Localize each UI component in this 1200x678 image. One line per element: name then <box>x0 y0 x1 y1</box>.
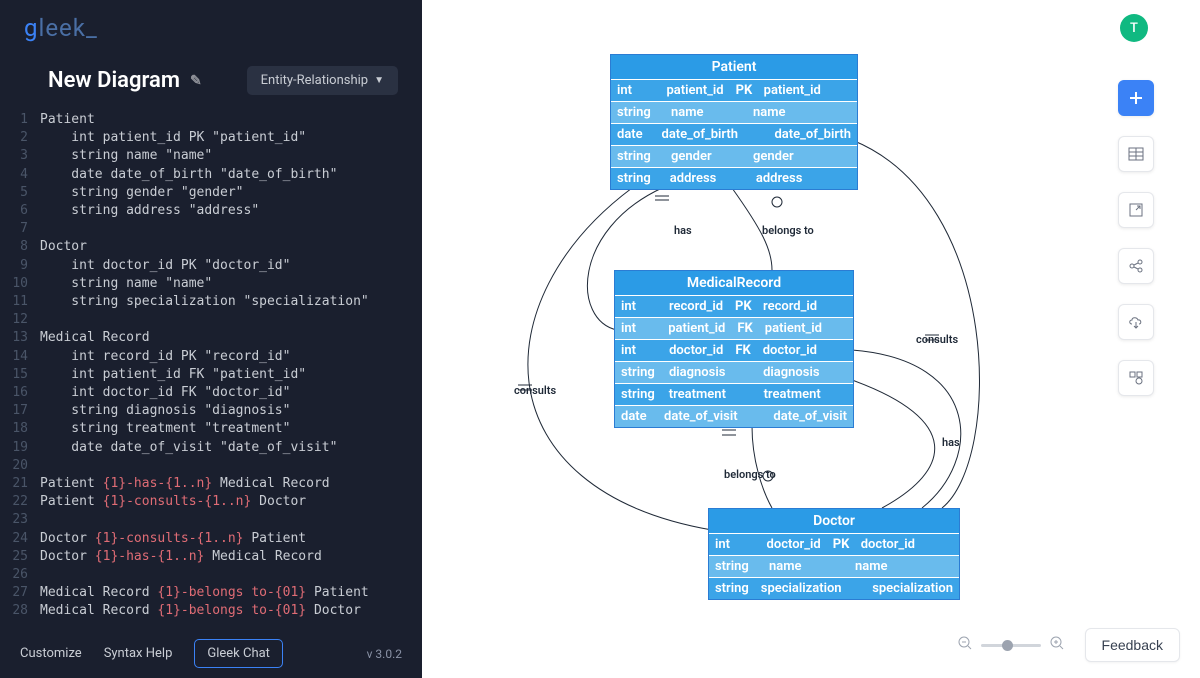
rel-label-consults: consults <box>514 384 556 397</box>
code-editor[interactable]: 1Patient2 int patient_id PK "patient_id"… <box>0 105 422 629</box>
code-line[interactable]: 21Patient {1}-has-{1..n} Medical Record <box>0 475 422 493</box>
rel-label-belongs-to: belongs to <box>762 224 814 237</box>
code-line[interactable]: 16 int doctor_id FK "doctor_id" <box>0 384 422 402</box>
editor-panel: gleek_ New Diagram ✎ Entity-Relationship… <box>0 0 422 678</box>
diagram-canvas[interactable]: T Patient <box>422 0 1200 678</box>
logo-row: gleek_ <box>0 0 422 48</box>
code-line[interactable]: 19 date date_of_visit "date_of_visit" <box>0 439 422 457</box>
entity-row: stringtreatmenttreatment <box>615 383 853 405</box>
code-line[interactable]: 14 int record_id PK "record_id" <box>0 348 422 366</box>
code-line[interactable]: 23 <box>0 511 422 529</box>
entity-doctor[interactable]: Doctor intdoctor_idPKdoctor_idstringname… <box>708 508 960 600</box>
entity-row: stringnamename <box>611 101 857 123</box>
entity-row: datedate_of_birthdate_of_birth <box>611 123 857 145</box>
zoom-control[interactable] <box>957 635 1065 655</box>
rel-label-has: has <box>674 224 692 237</box>
code-line[interactable]: 25Doctor {1}-has-{1..n} Medical Record <box>0 548 422 566</box>
code-line[interactable]: 2 int patient_id PK "patient_id" <box>0 129 422 147</box>
share-icon <box>1128 258 1144 274</box>
gleek-chat-button[interactable]: Gleek Chat <box>194 639 283 668</box>
table-view-button[interactable] <box>1118 136 1154 172</box>
entity-row: stringdiagnosisdiagnosis <box>615 361 853 383</box>
table-icon <box>1128 146 1144 162</box>
entity-medicalrecord[interactable]: MedicalRecord intrecord_idPKrecord_idint… <box>614 270 854 428</box>
user-avatar[interactable]: T <box>1120 14 1148 42</box>
code-line[interactable]: 26 <box>0 566 422 584</box>
diagram-type-select[interactable]: Entity-Relationship ▼ <box>247 66 398 95</box>
code-line[interactable]: 24Doctor {1}-consults-{1..n} Patient <box>0 530 422 548</box>
code-line[interactable]: 28Medical Record {1}-belongs to-{01} Doc… <box>0 602 422 620</box>
rel-label-has: has <box>942 436 960 449</box>
code-line[interactable]: 1Patient <box>0 111 422 129</box>
title-row: New Diagram ✎ Entity-Relationship ▼ <box>0 48 422 105</box>
entity-title: Patient <box>611 55 857 79</box>
zoom-slider[interactable] <box>981 644 1041 647</box>
entity-row: intdoctor_idFKdoctor_id <box>615 339 853 361</box>
cloud-download-button[interactable] <box>1118 304 1154 340</box>
syntax-help-link[interactable]: Syntax Help <box>104 646 173 661</box>
code-line[interactable]: 20 <box>0 457 422 475</box>
code-line[interactable]: 11 string specialization "specialization… <box>0 293 422 311</box>
bottom-controls: Feedback <box>957 628 1180 662</box>
entity-row: stringspecializationspecialization <box>709 577 959 599</box>
entity-title: MedicalRecord <box>615 271 853 295</box>
diagram-title-text: New Diagram <box>48 68 180 93</box>
zoom-in-icon[interactable] <box>1049 635 1065 655</box>
entity-row: intrecord_idPKrecord_id <box>615 295 853 317</box>
code-line[interactable]: 4 date date_of_birth "date_of_birth" <box>0 166 422 184</box>
diagram-title[interactable]: New Diagram ✎ <box>48 68 202 93</box>
shapes-icon <box>1128 370 1144 386</box>
entity-row: stringaddressaddress <box>611 167 857 189</box>
diagram-type-label: Entity-Relationship <box>261 73 368 88</box>
version-label: v 3.0.2 <box>367 647 402 661</box>
entity-row: intpatient_idFKpatient_id <box>615 317 853 339</box>
cloud-download-icon <box>1127 314 1145 330</box>
code-line[interactable]: 15 int patient_id FK "patient_id" <box>0 366 422 384</box>
fullscreen-button[interactable] <box>1118 192 1154 228</box>
code-line[interactable]: 3 string name "name" <box>0 147 422 165</box>
code-line[interactable]: 6 string address "address" <box>0 202 422 220</box>
editor-footer: Customize Syntax Help Gleek Chat v 3.0.2 <box>0 629 422 678</box>
edit-title-icon[interactable]: ✎ <box>190 73 202 89</box>
code-line[interactable]: 27Medical Record {1}-belongs to-{01} Pat… <box>0 584 422 602</box>
code-line[interactable]: 7 <box>0 220 422 238</box>
customize-link[interactable]: Customize <box>20 646 82 661</box>
code-line[interactable]: 22Patient {1}-consults-{1..n} Doctor <box>0 493 422 511</box>
rel-label-belongs-to: belongs to <box>724 468 776 481</box>
expand-icon <box>1128 202 1144 218</box>
code-line[interactable]: 18 string treatment "treatment" <box>0 420 422 438</box>
entity-row: stringnamename <box>709 555 959 577</box>
code-line[interactable]: 13Medical Record <box>0 329 422 347</box>
feedback-button[interactable]: Feedback <box>1085 628 1180 662</box>
share-button[interactable] <box>1118 248 1154 284</box>
code-line[interactable]: 17 string diagnosis "diagnosis" <box>0 402 422 420</box>
entity-title: Doctor <box>709 509 959 533</box>
plus-icon <box>1128 90 1144 106</box>
entity-row: intdoctor_idPKdoctor_id <box>709 533 959 555</box>
code-line[interactable]: 12 <box>0 311 422 329</box>
chevron-down-icon: ▼ <box>374 75 384 86</box>
app-logo: gleek_ <box>24 14 98 42</box>
entity-row: stringgendergender <box>611 145 857 167</box>
entity-row: intpatient_idPKpatient_id <box>611 79 857 101</box>
customize-layout-button[interactable] <box>1118 360 1154 396</box>
code-line[interactable]: 9 int doctor_id PK "doctor_id" <box>0 257 422 275</box>
entity-row: datedate_of_visitdate_of_visit <box>615 405 853 427</box>
code-line[interactable]: 5 string gender "gender" <box>0 184 422 202</box>
add-button[interactable] <box>1118 80 1154 116</box>
code-line[interactable]: 10 string name "name" <box>0 275 422 293</box>
zoom-out-icon[interactable] <box>957 635 973 655</box>
code-line[interactable]: 8Doctor <box>0 238 422 256</box>
rel-label-consults: consults <box>916 333 958 346</box>
canvas-toolbar <box>1118 80 1154 396</box>
entity-patient[interactable]: Patient intpatient_idPKpatient_idstringn… <box>610 54 858 190</box>
